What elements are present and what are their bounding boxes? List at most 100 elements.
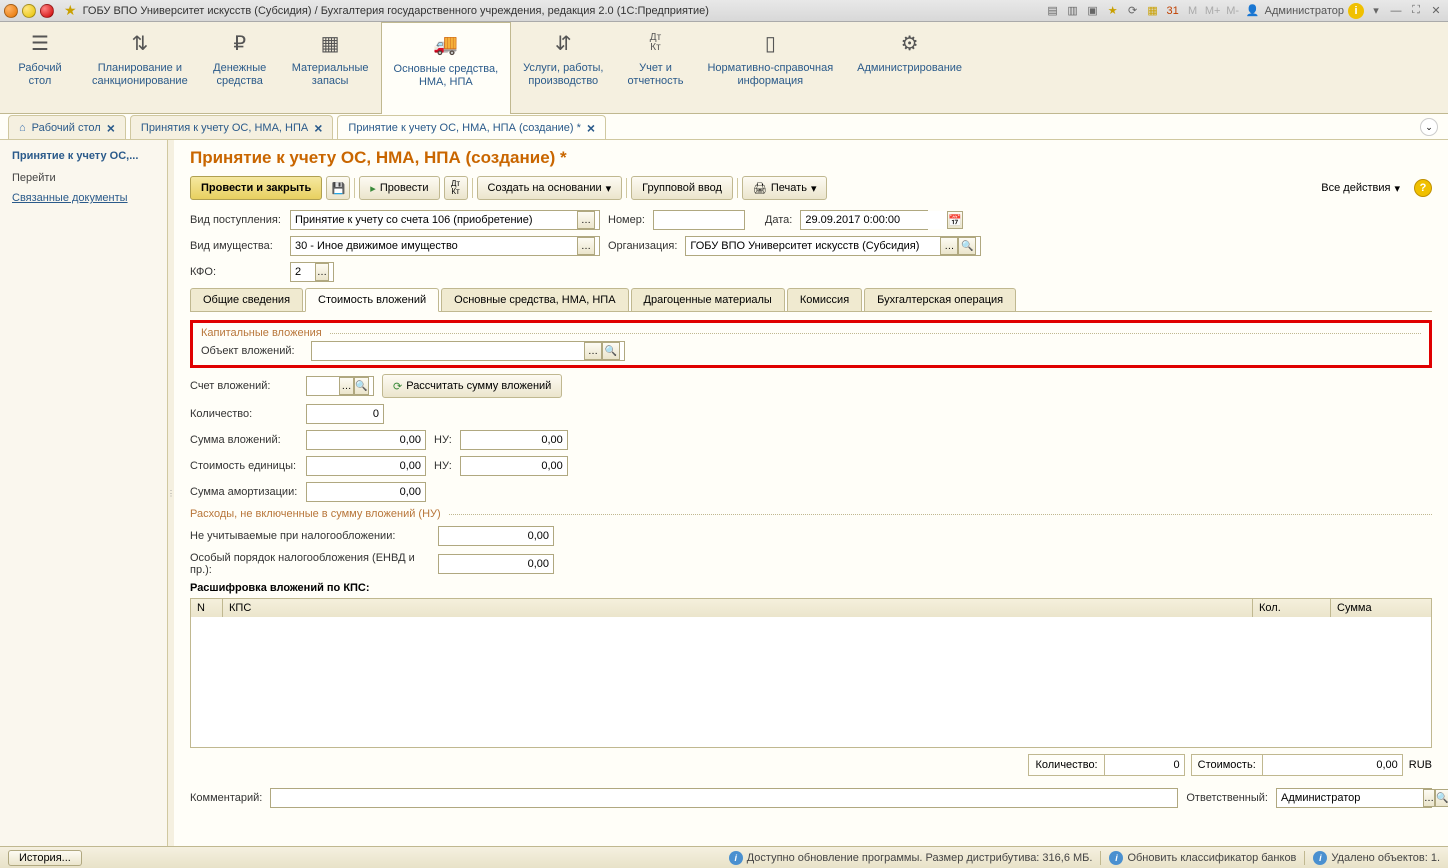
footer-cost: Стоимость: (1191, 754, 1403, 776)
comment-field[interactable] (270, 788, 1178, 808)
ribbon-reference[interactable]: ▯Нормативно-справочная информация (695, 22, 845, 113)
doc-icon: ▯ (765, 30, 776, 56)
maximize-icon[interactable]: ⛶ (1408, 3, 1424, 19)
all-actions-button[interactable]: Все действия ▾ (1311, 176, 1410, 200)
ellipsis-button[interactable]: … (577, 211, 595, 229)
status-update[interactable]: iДоступно обновление программы. Размер д… (729, 851, 1093, 865)
ribbon-services[interactable]: ⇵Услуги, работы, производство (511, 22, 615, 113)
number-field[interactable] (653, 210, 745, 230)
status-deleted[interactable]: iУдалено объектов: 1. (1313, 851, 1440, 865)
ribbon-money[interactable]: ₽Денежные средства (200, 22, 280, 113)
user-icon[interactable]: 👤 (1245, 3, 1261, 19)
investment-object-field[interactable]: …🔍 (311, 341, 625, 361)
ellipsis-button[interactable]: … (339, 377, 354, 395)
col-kps[interactable]: КПС (223, 599, 1253, 617)
tab-fixed-assets[interactable]: Основные средства, НМА, НПА (441, 288, 628, 311)
ribbon-planning[interactable]: ⇅Планирование и санкционирование (80, 22, 200, 113)
qty-label: Количество: (190, 408, 298, 420)
window-btn-fwd[interactable] (40, 4, 54, 18)
post-button[interactable]: ▸Провести (359, 176, 439, 200)
ellipsis-button[interactable]: … (577, 237, 595, 255)
m-plus-icon[interactable]: M+ (1205, 3, 1221, 19)
tab-operation[interactable]: Бухгалтерская операция (864, 288, 1016, 311)
group-input-button[interactable]: Групповой ввод (631, 176, 733, 200)
kps-body[interactable] (191, 617, 1431, 747)
titlebar-icon-3[interactable]: ▣ (1085, 3, 1101, 19)
calendar-button[interactable]: 📅 (947, 211, 963, 229)
ribbon-accounting[interactable]: Дт КтУчет и отчетность (615, 22, 695, 113)
date-field[interactable]: 📅 (800, 210, 928, 230)
m-icon[interactable]: M (1185, 3, 1201, 19)
page-title: Принятие к учету ОС, НМА, НПА (создание)… (190, 148, 1432, 168)
tab-list[interactable]: Принятия к учету ОС, НМА, НПА × (130, 115, 334, 139)
favorite-star-icon[interactable]: ★ (64, 2, 77, 19)
tab-investment-cost[interactable]: Стоимость вложений (305, 288, 439, 312)
close-icon[interactable]: ✕ (1428, 3, 1444, 19)
nontax-field[interactable] (438, 526, 554, 546)
calc-icon[interactable]: ▦ (1145, 3, 1161, 19)
col-n[interactable]: N (191, 599, 223, 617)
unit-cost-field[interactable] (306, 456, 426, 476)
amort-field[interactable] (306, 482, 426, 502)
sum-field[interactable] (306, 430, 426, 450)
special-field[interactable] (438, 554, 554, 574)
sidebar-related-docs[interactable]: Связанные документы (4, 188, 163, 208)
info-icon[interactable]: i (1348, 3, 1364, 19)
ribbon-admin[interactable]: ⚙Администрирование (845, 22, 974, 113)
tab-close[interactable]: × (314, 120, 322, 136)
ribbon-desktop[interactable]: ☰Рабочий стол (0, 22, 80, 113)
titlebar-icon-1[interactable]: ▤ (1045, 3, 1061, 19)
kfo-field[interactable]: … (290, 262, 334, 282)
save-close-button[interactable]: Провести и закрыть (190, 176, 322, 200)
calendar-icon[interactable]: 31 (1165, 3, 1181, 19)
status-bank[interactable]: iОбновить классификатор банков (1109, 851, 1296, 865)
org-field[interactable]: …🔍 (685, 236, 981, 256)
ellipsis-button[interactable]: … (940, 237, 958, 255)
responsible-field[interactable]: …🔍 (1276, 788, 1432, 808)
help-icon[interactable]: ? (1414, 179, 1432, 197)
account-field[interactable]: …🔍 (306, 376, 374, 396)
lookup-button[interactable]: 🔍 (958, 237, 976, 255)
tabs-expand[interactable]: ⌄ (1420, 118, 1438, 136)
lookup-button[interactable]: 🔍 (602, 342, 620, 360)
titlebar-icon-2[interactable]: ▥ (1065, 3, 1081, 19)
tab-close[interactable]: × (107, 120, 115, 136)
history-icon[interactable]: ⟳ (1125, 3, 1141, 19)
info-icon: i (729, 851, 743, 865)
tab-general[interactable]: Общие сведения (190, 288, 303, 311)
window-btn-1c[interactable] (4, 4, 18, 18)
lookup-button[interactable]: 🔍 (354, 377, 369, 395)
sidebar-title[interactable]: Принятие к учету ОС,... (4, 144, 163, 168)
save-button[interactable]: 💾 (326, 176, 350, 200)
create-based-button[interactable]: Создать на основании ▾ (477, 176, 623, 200)
tab-desktop[interactable]: ⌂ Рабочий стол × (8, 115, 126, 139)
chevron-down-icon[interactable]: ▾ (1368, 3, 1384, 19)
recalc-button[interactable]: ⟳Рассчитать сумму вложений (382, 374, 562, 398)
tab-create[interactable]: Принятие к учету ОС, НМА, НПА (создание)… (337, 115, 606, 139)
document-tabs: ⌂ Рабочий стол × Принятия к учету ОС, НМ… (0, 114, 1448, 140)
ellipsis-button[interactable]: … (584, 342, 602, 360)
gear-icon: ⚙ (901, 30, 919, 56)
nu1-field[interactable] (460, 430, 568, 450)
tab-precious[interactable]: Драгоценные материалы (631, 288, 785, 311)
lookup-button[interactable]: 🔍 (1435, 789, 1448, 807)
ellipsis-button[interactable]: … (315, 263, 329, 281)
minimize-icon[interactable]: — (1388, 3, 1404, 19)
dtkt-button[interactable]: ДтКт (444, 176, 468, 200)
star-icon[interactable]: ★ (1105, 3, 1121, 19)
asset-type-field[interactable]: … (290, 236, 600, 256)
tab-close[interactable]: × (587, 120, 595, 136)
print-button[interactable]: 🖨Печать ▾ (742, 176, 828, 200)
col-qty[interactable]: Кол. (1253, 599, 1331, 617)
window-btn-back[interactable] (22, 4, 36, 18)
tab-commission[interactable]: Комиссия (787, 288, 862, 311)
ellipsis-button[interactable]: … (1423, 789, 1435, 807)
history-button[interactable]: История... (8, 850, 82, 866)
col-sum[interactable]: Сумма (1331, 599, 1431, 617)
receipt-type-field[interactable]: … (290, 210, 600, 230)
m-minus-icon[interactable]: M- (1225, 3, 1241, 19)
nu2-field[interactable] (460, 456, 568, 476)
ribbon-fixed-assets[interactable]: 🚚Основные средства, НМА, НПА (381, 22, 512, 114)
ribbon-materials[interactable]: ▦Материальные запасы (280, 22, 381, 113)
qty-field[interactable] (306, 404, 384, 424)
